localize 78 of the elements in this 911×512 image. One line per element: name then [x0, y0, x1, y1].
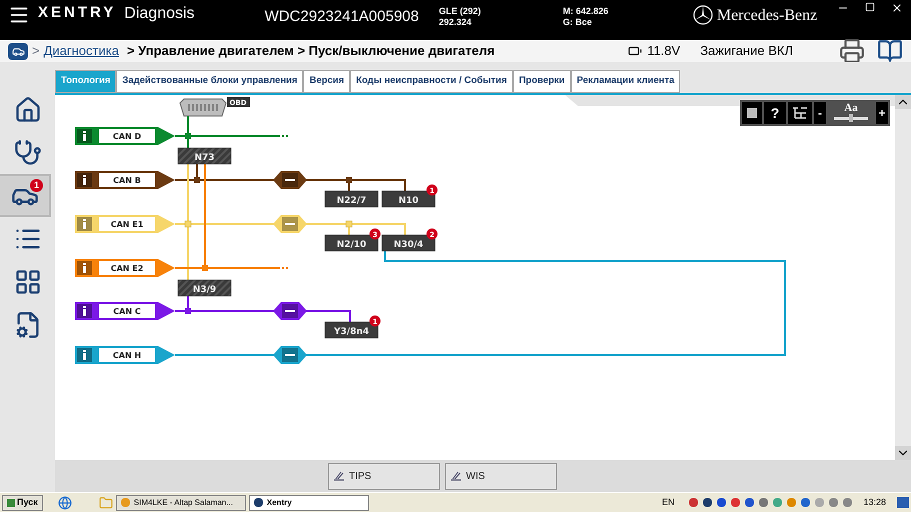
sidebar-button[interactable]: 1 [0, 174, 51, 217]
document-icon [450, 470, 462, 482]
home-icon [14, 96, 42, 124]
topology-view-button[interactable] [788, 102, 812, 124]
gateway-node[interactable] [273, 302, 307, 320]
clock: 13:28 [863, 496, 886, 509]
star-logo-icon [692, 5, 713, 25]
help-button[interactable]: ? [764, 102, 786, 124]
bus-label: CAN E2 [110, 264, 144, 273]
start-button[interactable]: Пуск [2, 494, 43, 510]
info-icon[interactable] [77, 304, 92, 318]
info-icon[interactable] [77, 348, 92, 362]
document-button[interactable]: WIS [445, 462, 557, 490]
browser-icon[interactable] [58, 496, 72, 510]
bus-tag[interactable]: CAN B [75, 171, 175, 189]
bus-tag[interactable]: CAN C [75, 302, 175, 320]
vehicle-button[interactable] [8, 42, 28, 60]
collapse-button[interactable] [742, 102, 762, 124]
app-icon [254, 498, 263, 507]
battery-icon [627, 44, 644, 58]
model-text: 292.324 [438, 17, 472, 28]
taskbar-task[interactable]: SIM4LKE - Altap Salaman... [116, 494, 246, 510]
scroll-up-icon[interactable] [895, 95, 911, 109]
font-size-slider[interactable] [834, 117, 868, 120]
bus-tag[interactable]: CAN D [75, 127, 175, 145]
gateway-node[interactable] [273, 346, 307, 364]
breadcrumb-separator: > [32, 42, 40, 60]
control-unit[interactable]: N22/7 [324, 190, 378, 208]
scrollbar[interactable] [895, 95, 911, 460]
tab[interactable]: Проверки [512, 70, 571, 93]
font-decrease-button[interactable]: - [814, 102, 826, 124]
app-logo: XENTRY [38, 3, 116, 23]
document-gear-icon [14, 310, 42, 338]
scroll-down-icon[interactable] [895, 446, 911, 460]
vin-number: WDC2923241A005908 [264, 7, 419, 27]
app-icon [120, 498, 130, 507]
font-increase-button[interactable]: + [876, 102, 888, 124]
engine-text: G: Все [562, 17, 593, 28]
grid-icon [14, 268, 42, 296]
close-icon[interactable] [891, 2, 903, 14]
bus-label: CAN H [112, 351, 142, 360]
bus-label: CAN E1 [110, 220, 144, 229]
tab[interactable]: Коды неисправности / События [350, 70, 513, 93]
gateway-node[interactable] [273, 171, 307, 189]
breadcrumb-path: > Управление двигателем > Пуск/выключение двигателя [126, 42, 495, 60]
bus-tag[interactable]: CAN E1 [75, 215, 175, 233]
brand-name: Mercedes-Benz [716, 6, 818, 26]
tab[interactable]: Рекламации клиента [570, 70, 680, 93]
printer-icon[interactable] [839, 38, 865, 64]
font-size-label: Aa [844, 102, 858, 114]
bus-label: CAN B [113, 176, 141, 185]
stethoscope-icon [14, 138, 42, 166]
document-button[interactable]: TIPS [328, 462, 440, 490]
control-unit[interactable]: N3/9 [178, 280, 232, 296]
taskbar-task[interactable]: Xentry [248, 494, 369, 510]
document-icon [333, 470, 345, 482]
bus-tag[interactable]: CAN H [75, 346, 175, 364]
bus-tag[interactable]: CAN E2 [75, 259, 175, 277]
app-title: Diagnosis [124, 4, 195, 24]
bus-label: CAN C [113, 307, 141, 316]
tree-icon [792, 107, 808, 119]
info-icon[interactable] [77, 129, 92, 143]
model-text: GLE (292) [438, 6, 482, 17]
gateway-node[interactable] [273, 215, 307, 233]
language-indicator[interactable]: EN [662, 496, 674, 510]
bus-label: CAN D [112, 132, 142, 141]
notification-badge: 1 [30, 179, 43, 192]
voltage-text: 11.8V [647, 42, 680, 60]
maximize-icon[interactable] [865, 2, 875, 12]
info-icon[interactable] [77, 173, 92, 187]
tab[interactable]: Задействованные блоки управления [116, 70, 304, 93]
breadcrumb-link[interactable]: Диагностика [44, 41, 119, 61]
control-unit[interactable]: N73 [178, 148, 232, 164]
book-icon[interactable] [877, 38, 903, 64]
ignition-status: Зажигание ВКЛ [700, 42, 793, 60]
obd-connector-icon[interactable] [179, 98, 227, 116]
tab[interactable]: Версия [303, 70, 350, 93]
engine-text: M: 642.826 [562, 6, 610, 17]
